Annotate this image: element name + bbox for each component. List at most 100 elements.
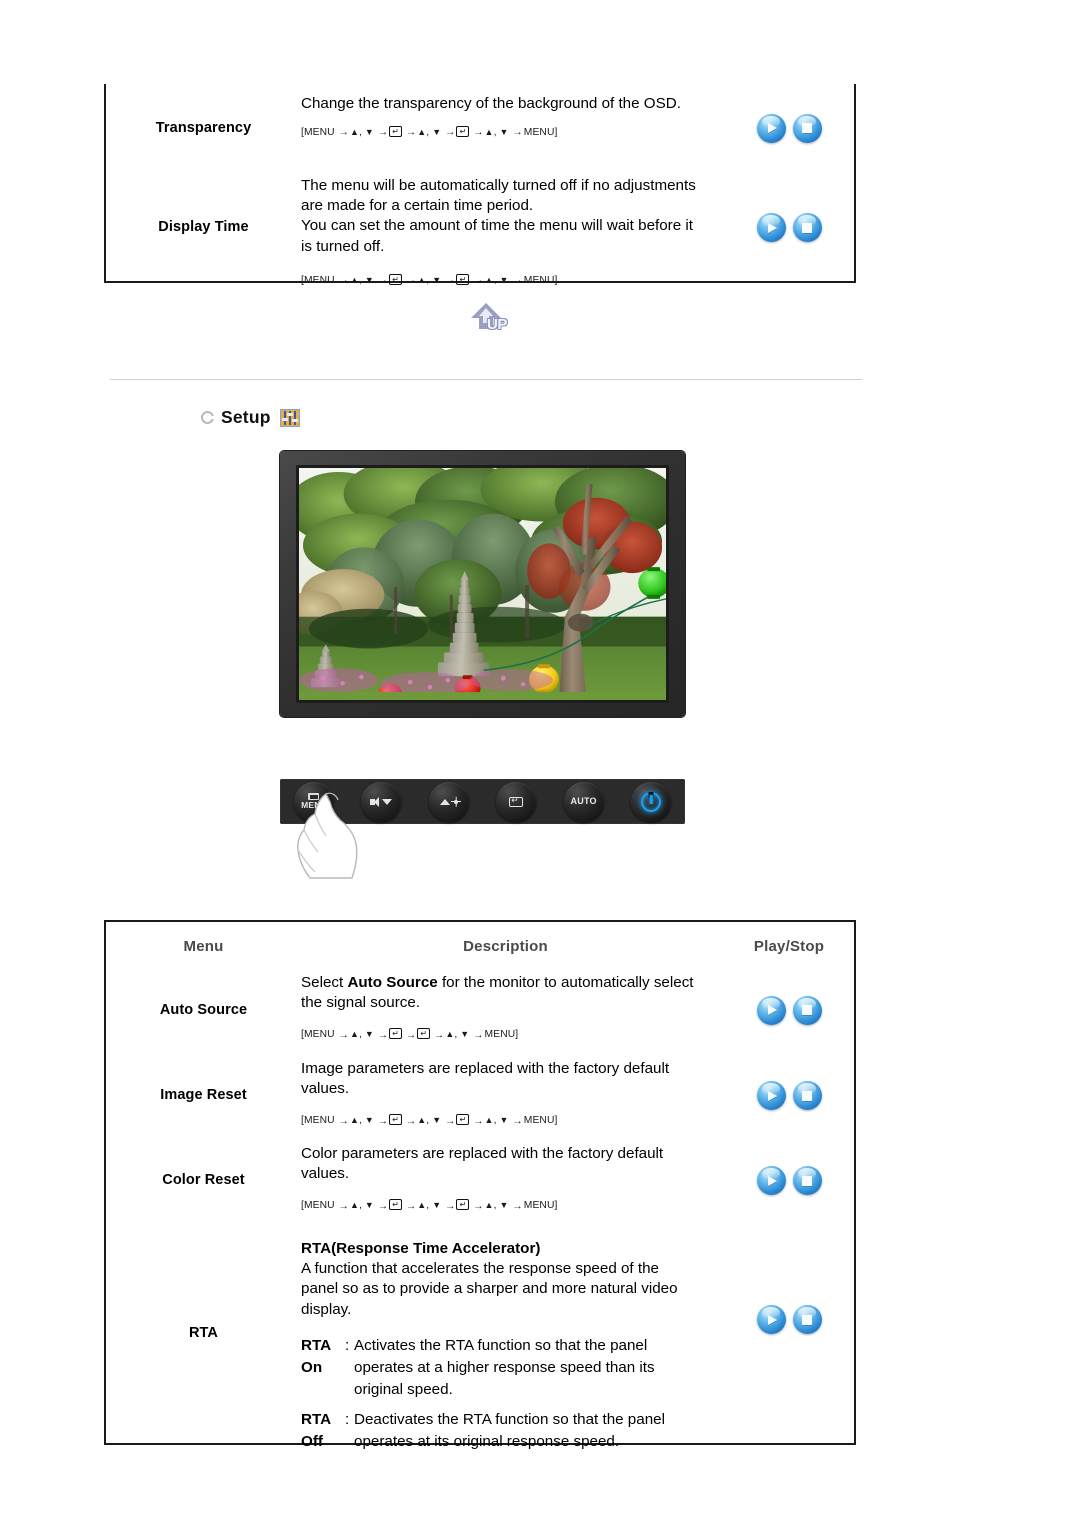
- rta-title: RTA(Response Time Accelerator): [301, 1240, 541, 1257]
- rta-on-desc3: original speed.: [354, 1381, 453, 1399]
- menu-label: Display Time: [158, 219, 249, 236]
- stop-icon: [802, 222, 812, 233]
- rta-option-off: RTA : Deactivates the RTA function so th…: [301, 1410, 710, 1430]
- play-icon: [768, 1005, 777, 1015]
- enter-key-icon: ↵: [456, 1114, 470, 1126]
- description-text: Select Auto Source for the monitor to au…: [301, 974, 694, 991]
- playstop-cell: [724, 1223, 854, 1443]
- enter-button[interactable]: [496, 781, 537, 822]
- menu-cell: Color Reset: [106, 1138, 301, 1223]
- playstop-cell: [724, 172, 854, 283]
- enter-key-icon: ↵: [417, 1028, 431, 1040]
- enter-key-icon: ↵: [456, 273, 470, 285]
- enter-key-icon: ↵: [389, 273, 402, 285]
- auto-button[interactable]: AUTO: [563, 781, 604, 822]
- stop-button[interactable]: [792, 995, 822, 1025]
- osd-options-table: Transparency Change the transparency of …: [104, 84, 856, 286]
- enter-key-icon: ↵: [389, 1028, 402, 1040]
- page-title: Setup: [221, 407, 271, 427]
- setup-sliders-icon: [279, 408, 300, 427]
- up-brightness-button[interactable]: [428, 781, 469, 822]
- description-cell: Image parameters are replaced with the f…: [301, 1053, 724, 1138]
- rta-on-desc: Activates the RTA function so that the p…: [354, 1336, 648, 1354]
- enter-key-icon: ↵: [389, 1199, 402, 1211]
- stop-icon: [802, 1175, 812, 1186]
- table-row: Display Time The menu will be automatica…: [106, 172, 854, 286]
- description-cell: The menu will be automatically turned of…: [301, 172, 724, 286]
- circle-bullet-icon: [201, 411, 215, 424]
- menu-icon: [308, 793, 320, 801]
- up-button[interactable]: UP: [463, 303, 521, 339]
- play-button[interactable]: [756, 1305, 786, 1334]
- description-text: display.: [301, 1300, 352, 1318]
- stop-icon: [802, 1090, 812, 1101]
- rta-colon: :: [345, 1336, 350, 1354]
- menu-label: Auto Source: [159, 1001, 248, 1018]
- description-cell: RTA(Response Time Accelerator) A functio…: [301, 1223, 724, 1450]
- stop-icon: [802, 1314, 812, 1325]
- stop-button[interactable]: [792, 1305, 822, 1334]
- stop-button[interactable]: [792, 1166, 822, 1195]
- stop-icon: [802, 123, 812, 133]
- enter-key-icon: ↵: [456, 1199, 470, 1211]
- description-text: is turned off.: [301, 237, 385, 255]
- rta-on-desc2: operates at a higher response speed than…: [354, 1359, 655, 1377]
- monitor-bezel: [296, 465, 669, 703]
- stop-button[interactable]: [792, 1081, 822, 1110]
- nav-path: [MENU →▲, ▼ → ↵ →▲, ▼ → ↵ →▲, ▼ →MENU]: [301, 126, 558, 139]
- play-icon: [768, 222, 777, 233]
- monitor-screen: [299, 468, 666, 700]
- playstop-cell: [724, 1053, 854, 1138]
- nav-path: [MENU →▲, ▼ → ↵ → ↵ →▲, ▼ →MENU]: [301, 1028, 519, 1041]
- menu-cell: Auto Source: [106, 967, 301, 1053]
- power-icon: [641, 791, 662, 812]
- menu-label: Color Reset: [162, 1172, 245, 1189]
- menu-cell: Transparency: [106, 84, 301, 172]
- description-text: the signal source.: [301, 994, 421, 1012]
- table-row: Color Reset Color parameters are replace…: [106, 1138, 854, 1223]
- down-volume-button[interactable]: [361, 781, 402, 822]
- stop-button[interactable]: [792, 213, 822, 242]
- rta-option-on: RTA : Activates the RTA function so that…: [301, 1336, 710, 1356]
- power-button[interactable]: [631, 781, 672, 822]
- play-icon: [768, 1175, 777, 1186]
- play-button[interactable]: [756, 1166, 786, 1195]
- rta-options: RTA : Activates the RTA function so that…: [301, 1336, 710, 1452]
- menu-label: Transparency: [155, 119, 252, 136]
- rta-off-desc: Deactivates the RTA function so that the…: [354, 1410, 665, 1428]
- description-text: values.: [301, 1165, 350, 1183]
- nav-path: [MENU →▲, ▼ → ↵ →▲, ▼ → ↵ →▲, ▼ →MENU]: [301, 1199, 558, 1212]
- play-icon: [768, 1090, 777, 1101]
- menu-label: Image Reset: [160, 1087, 247, 1104]
- nav-path: [MENU →▲, ▼ → ↵ →▲, ▼ → ↵ →▲, ▼ →MENU]: [301, 1114, 558, 1127]
- playstop-cell: [724, 1138, 854, 1223]
- description-text: values.: [301, 1080, 350, 1098]
- description-text: A function that accelerates the response…: [301, 1260, 659, 1278]
- description-text: panel so as to provide a sharper and mor…: [301, 1280, 678, 1298]
- enter-key-icon: ↵: [389, 1114, 402, 1126]
- table-row: RTA RTA(Response Time Accelerator) A fun…: [106, 1223, 854, 1450]
- section-divider: [110, 379, 862, 380]
- monitor-control-bar: MENU AUTO: [280, 779, 685, 824]
- play-button[interactable]: [756, 113, 786, 143]
- stop-button[interactable]: [792, 113, 822, 143]
- menu-label: RTA: [188, 1324, 219, 1341]
- stop-icon: [802, 1005, 812, 1015]
- rta-on-key2: On: [301, 1359, 323, 1377]
- description-cell: Color parameters are replaced with the f…: [301, 1138, 724, 1223]
- enter-key-icon: ↵: [456, 126, 470, 138]
- play-button[interactable]: [756, 213, 786, 242]
- enter-icon: [509, 795, 524, 807]
- play-button[interactable]: [756, 1081, 786, 1110]
- section-heading-setup: Setup: [201, 407, 300, 428]
- brightness-up-icon: [439, 798, 461, 805]
- menu-button[interactable]: MENU: [294, 781, 334, 822]
- play-button[interactable]: [756, 995, 786, 1025]
- setup-options-table: Menu Description Play/Stop Auto Source S…: [104, 920, 856, 1450]
- play-icon: [768, 123, 777, 133]
- description-cell: Select Auto Source for the monitor to au…: [301, 967, 724, 1053]
- rta-off-key2: Off: [301, 1432, 323, 1450]
- auto-button-label: AUTO: [570, 796, 597, 806]
- description-text: You can set the amount of time the menu …: [301, 217, 693, 235]
- description-text: Color parameters are replaced with the f…: [301, 1145, 664, 1162]
